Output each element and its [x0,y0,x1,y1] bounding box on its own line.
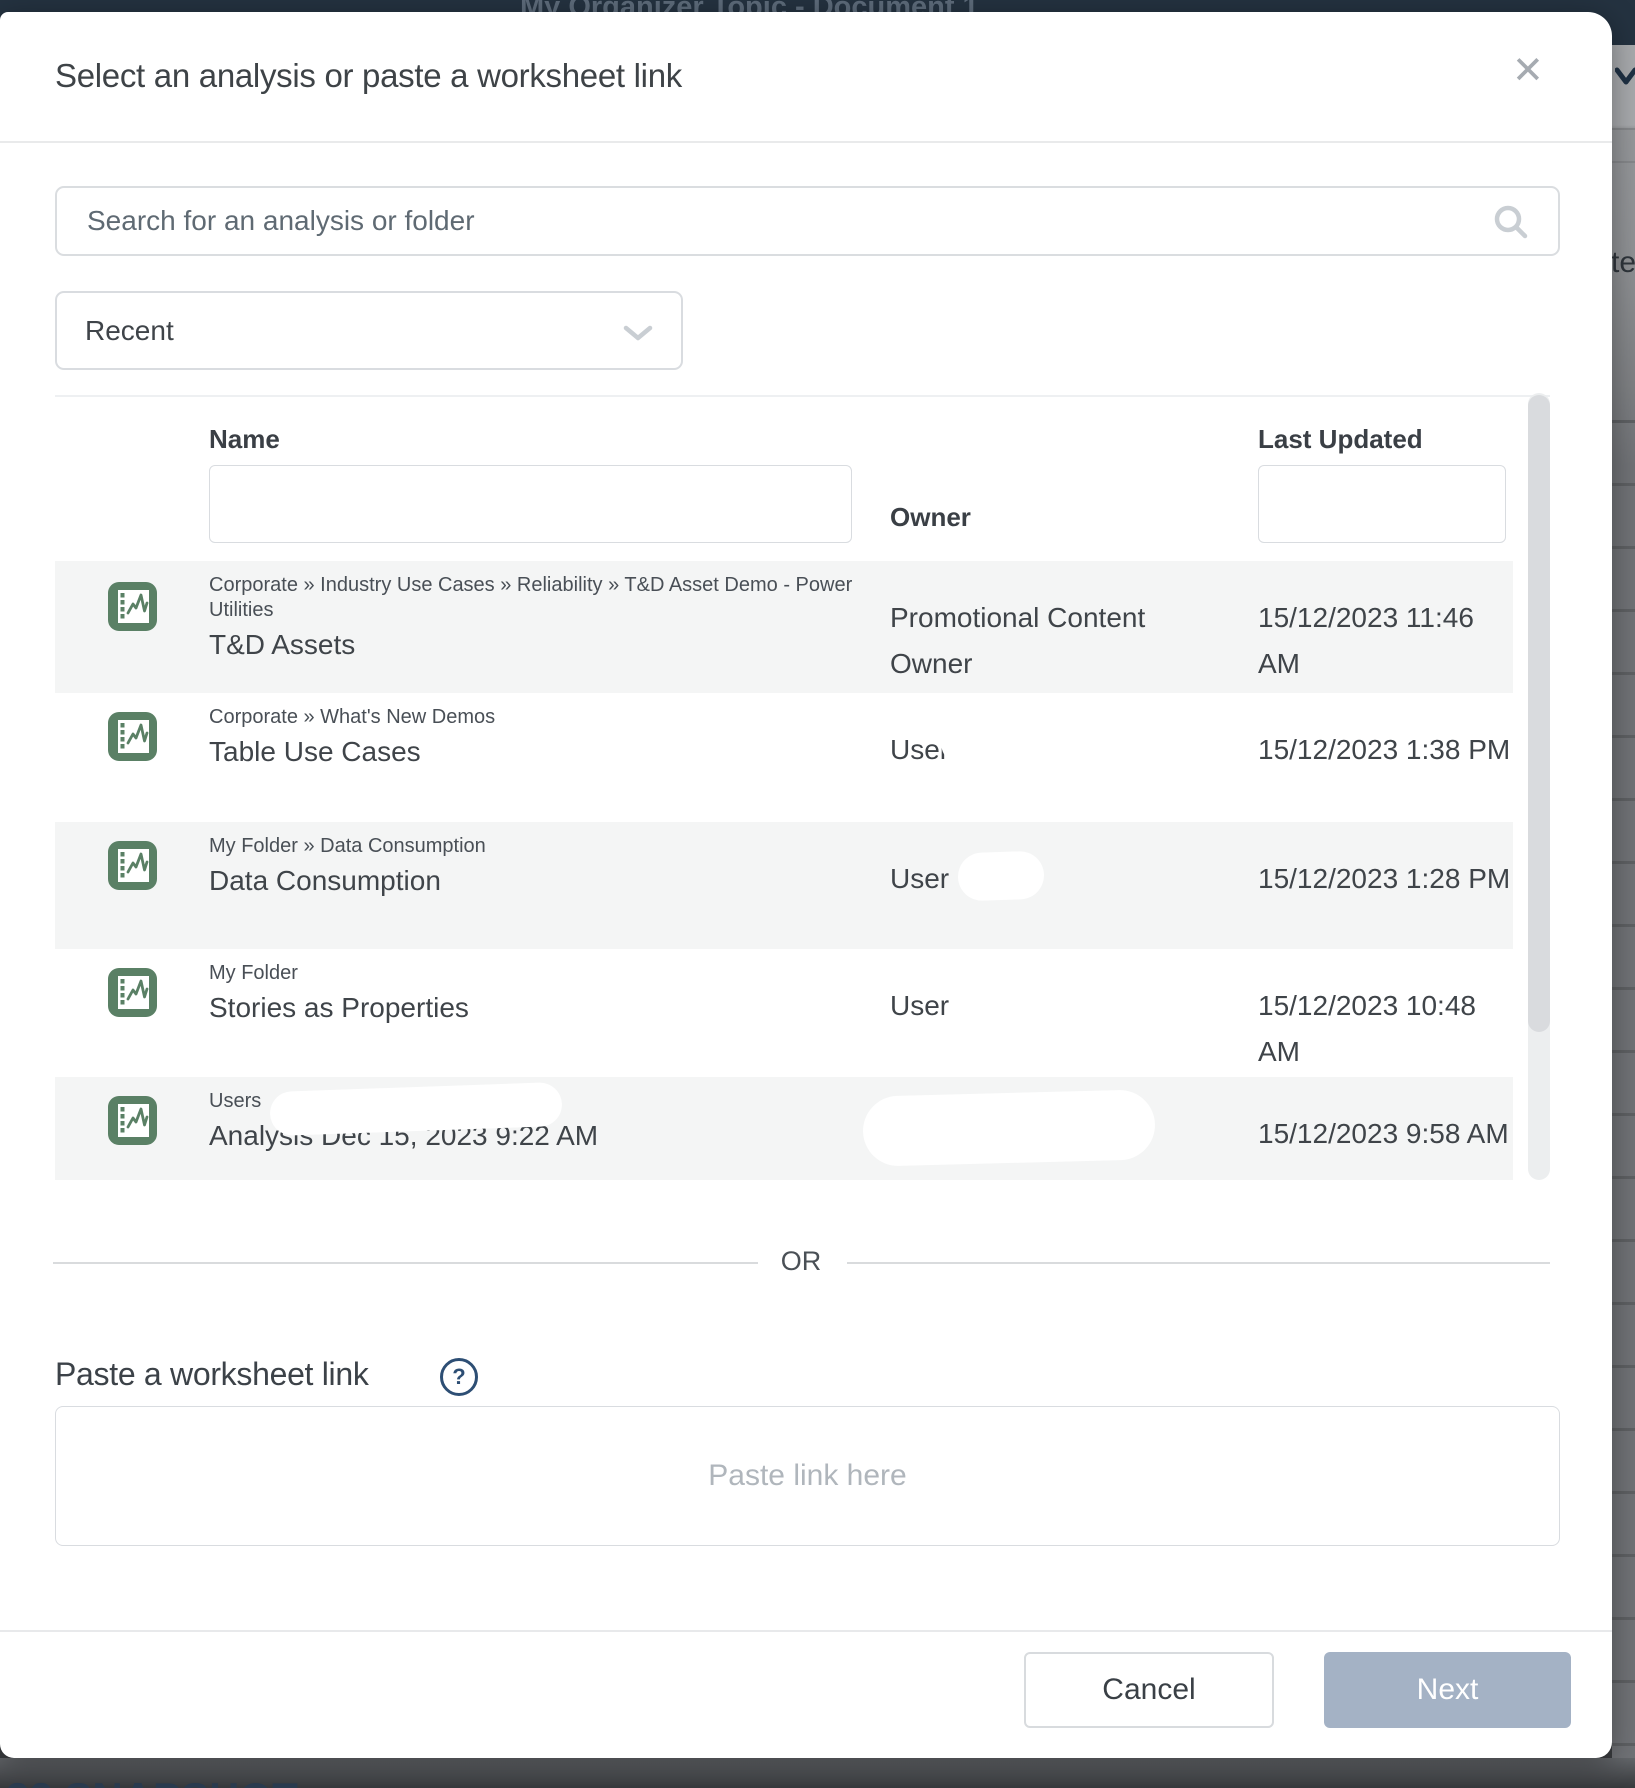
breadcrumb: My Folder » Data Consumption [209,834,854,859]
chevron-down-icon [623,325,653,347]
scope-dropdown[interactable]: Recent [55,291,683,370]
help-icon[interactable]: ? [440,1358,478,1396]
redaction-blob [941,719,1019,765]
scrollbar-thumb[interactable] [1528,395,1550,1032]
select-analysis-dialog: Select an analysis or paste a worksheet … [0,12,1612,1758]
background-bottom-text: 32 SNAPSHOT [6,1774,298,1788]
search-icon [1492,203,1530,246]
analysis-icon [108,582,157,631]
header-divider [0,141,1612,143]
background-table-line [1612,161,1635,163]
search-field-wrap [55,186,1560,256]
grid-top-border [55,395,1550,397]
breadcrumb: My Folder [209,961,854,986]
analysis-icon [108,1096,157,1145]
table-row[interactable]: Corporate » Industry Use Cases » Reliabi… [55,561,1513,693]
background-page-strip: te [1612,45,1635,1758]
breadcrumb: Corporate » Industry Use Cases » Reliabi… [209,573,854,623]
or-label: OR [770,1246,832,1277]
analysis-name: Table Use Cases [209,733,854,771]
or-divider-line [847,1262,1550,1264]
table-row[interactable]: Corporate » What's New Demos Table Use Ca… [55,693,1513,822]
dialog-title: Select an analysis or paste a worksheet … [55,57,682,95]
paste-link-input[interactable] [55,1406,1560,1546]
cancel-button[interactable]: Cancel [1024,1652,1274,1728]
table-row[interactable]: My Folder Stories as Properties User 15/12/… [55,949,1513,1077]
name-filter-input[interactable] [209,465,852,543]
last-updated-cell: 15/12/2023 10:48 AM [1258,983,1513,1075]
analysis-name-cell: Corporate » Industry Use Cases » Reliabi… [209,573,854,664]
analysis-name-cell: My Folder » Data Consumption Data Consump… [209,834,854,900]
chevron-down-icon [1615,67,1635,92]
column-header-owner: Owner [890,502,971,533]
background-table-lines [1612,360,1635,1758]
background-table-line [1612,128,1635,130]
analysis-name-cell: My Folder Stories as Properties [209,961,854,1027]
analysis-name: Data Consumption [209,862,854,900]
table-row[interactable]: UsersAnalysis Dec 15, 2023 9:22 AM15/12/… [55,1077,1513,1180]
footer-divider [0,1630,1612,1632]
column-header-name: Name [209,424,280,455]
last-updated-filter-input[interactable] [1258,465,1506,543]
owner-cell: User [890,983,1160,1029]
owner-cell: Promotional Content Owner [890,595,1160,687]
analysis-icon [108,841,157,890]
next-button[interactable]: Next [1324,1652,1571,1728]
search-input[interactable] [55,186,1560,256]
background-clipped-text: te [1612,246,1635,280]
last-updated-cell: 15/12/2023 11:46 AM [1258,595,1513,687]
owner-cell: User [890,727,1160,773]
table-row[interactable]: My Folder » Data Consumption Data Consump… [55,822,1513,949]
analysis-name: Stories as Properties [209,989,854,1027]
last-updated-cell: 15/12/2023 1:38 PM [1258,727,1513,773]
column-header-last-updated: Last Updated [1258,424,1423,455]
analysis-name-cell: Corporate » What's New Demos Table Use Ca… [209,705,854,771]
redaction-blob [862,1089,1156,1167]
last-updated-cell: 15/12/2023 1:28 PM [1258,856,1513,902]
background-bottom-strip: 32 SNAPSHOT [0,1758,1635,1788]
scope-dropdown-value: Recent [85,315,174,347]
analysis-icon [108,968,157,1017]
close-icon[interactable]: ✕ [1512,52,1544,90]
redaction-blob [957,851,1045,902]
analysis-icon [108,712,157,761]
analysis-name: T&D Assets [209,626,854,664]
breadcrumb: Corporate » What's New Demos [209,705,854,730]
last-updated-cell: 15/12/2023 9:58 AM [1258,1111,1513,1157]
analysis-rows: Corporate » Industry Use Cases » Reliabi… [55,561,1513,1180]
paste-link-heading: Paste a worksheet link [55,1356,369,1393]
or-divider-line [53,1262,758,1264]
